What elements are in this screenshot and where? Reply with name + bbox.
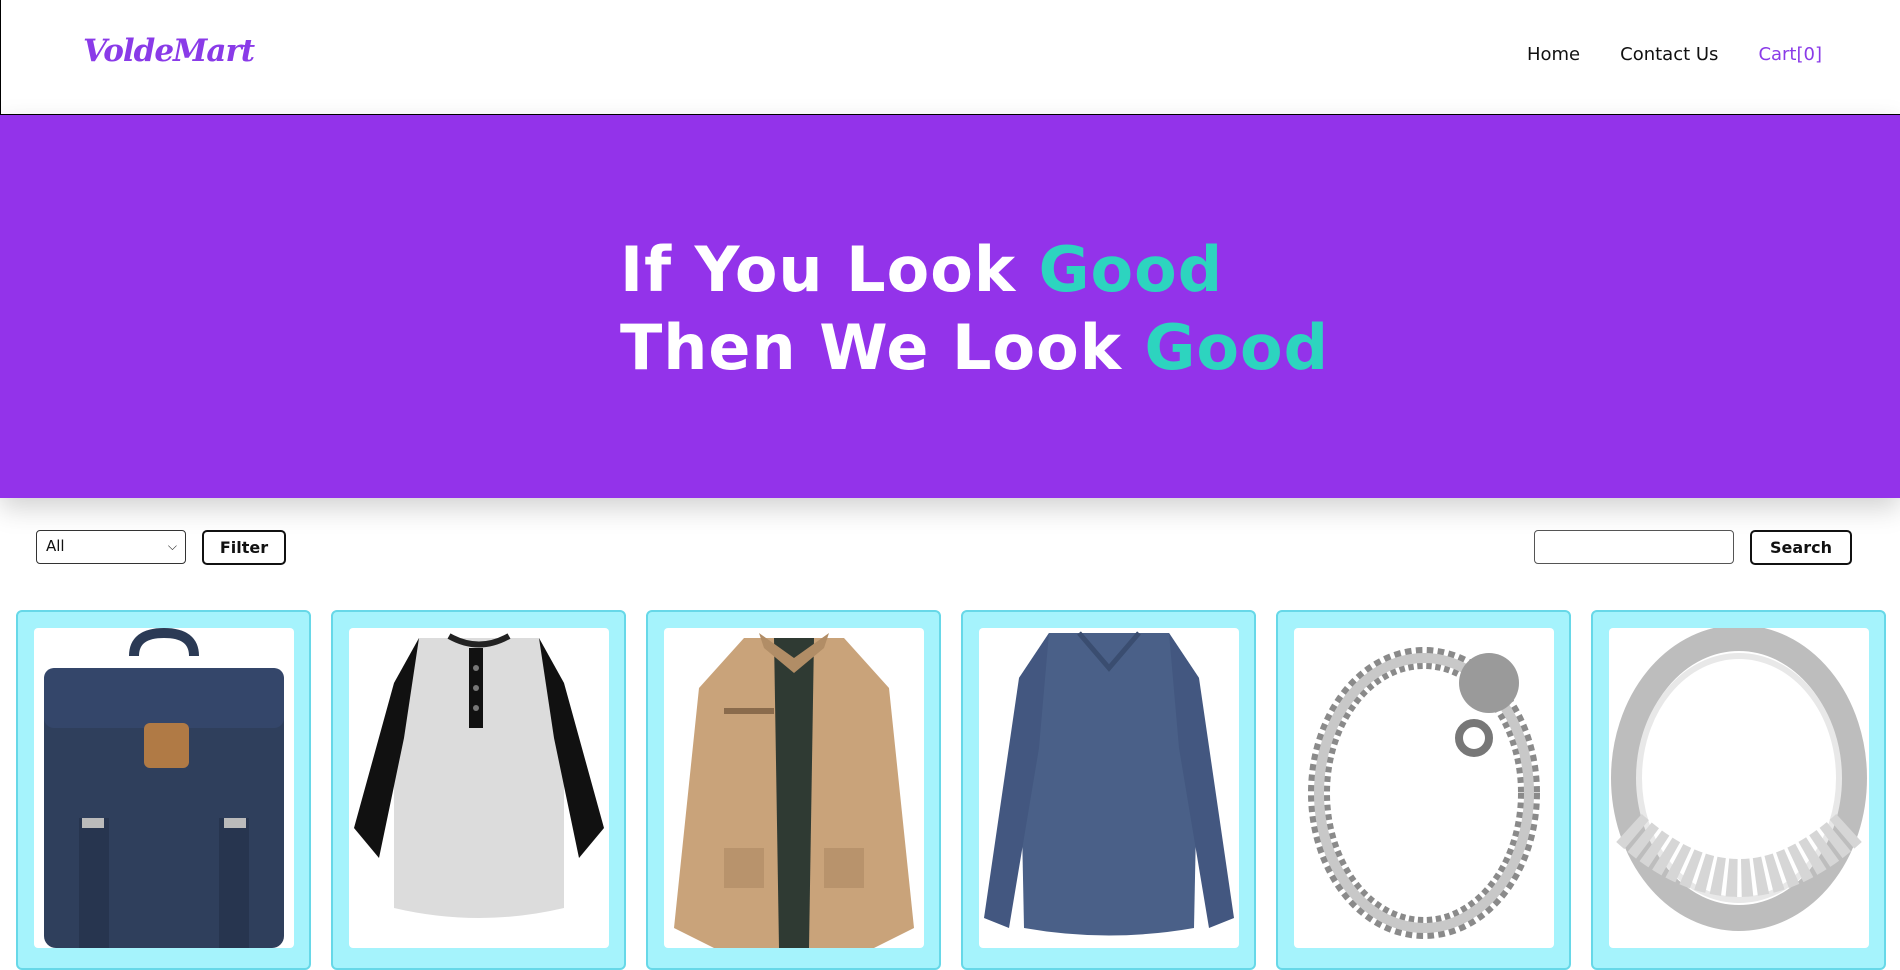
hero-line-2-text: Then We Look [620, 311, 1145, 384]
product-card[interactable] [646, 610, 941, 970]
hero-line-1: If You Look Good [620, 233, 1223, 306]
site-logo[interactable]: VoldeMart [83, 33, 255, 69]
filter-button[interactable]: Filter [202, 530, 286, 565]
hero-line-2: Then We Look Good [620, 311, 1329, 384]
nav-home-link[interactable]: Home [1527, 44, 1580, 65]
longsleeve-shirt-image [979, 628, 1239, 948]
nav-contact-link[interactable]: Contact Us [1620, 44, 1718, 65]
hero-line-1-text: If You Look [620, 233, 1039, 306]
raglan-tshirt-image [349, 628, 609, 948]
chevron-down-icon: ⌵ [167, 539, 177, 553]
hero-line-2-accent: Good [1144, 311, 1329, 384]
toolbar: All ⌵ Filter Search [0, 528, 1900, 568]
main-nav: Home Contact Us Cart[0] [1527, 44, 1822, 65]
hero-banner: If You Look Good Then We Look Good [0, 115, 1900, 498]
search-input[interactable] [1534, 530, 1734, 564]
category-select-value: All [46, 537, 65, 555]
product-card[interactable] [1591, 610, 1886, 970]
bracelet-image [1294, 628, 1554, 948]
ring-image [1609, 628, 1869, 948]
product-grid [16, 610, 1900, 970]
product-card[interactable] [1276, 610, 1571, 970]
category-select[interactable]: All ⌵ [36, 530, 186, 564]
backpack-image [34, 628, 294, 948]
hero-line-1-accent: Good [1038, 233, 1224, 306]
site-header: VoldeMart Home Contact Us Cart[0] [0, 0, 1900, 115]
jacket-image [664, 628, 924, 948]
nav-cart-link[interactable]: Cart[0] [1758, 44, 1822, 65]
search-button[interactable]: Search [1750, 530, 1852, 565]
product-card[interactable] [331, 610, 626, 970]
product-card[interactable] [961, 610, 1256, 970]
product-card[interactable] [16, 610, 311, 970]
